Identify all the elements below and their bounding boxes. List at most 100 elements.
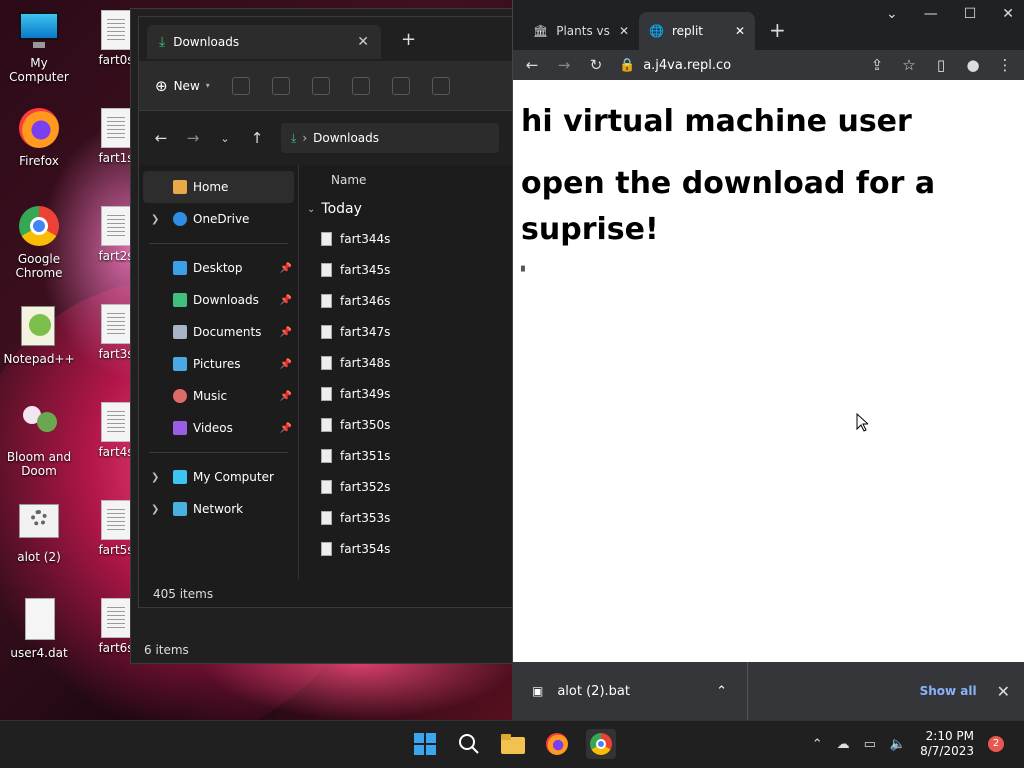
document-icon <box>173 325 187 339</box>
chevron-right-icon[interactable]: ❯ <box>151 504 159 515</box>
desktop-icon-label: Google Chrome <box>15 252 63 280</box>
back-arrow-icon[interactable]: ← <box>153 129 169 147</box>
file-row[interactable]: fart350s <box>307 409 513 440</box>
chevron-right-icon[interactable]: ❯ <box>151 214 159 225</box>
pin-icon[interactable]: 📌 <box>280 391 292 402</box>
delete-icon[interactable] <box>431 76 450 95</box>
taskbar-chrome[interactable] <box>586 729 616 759</box>
minimize-icon[interactable]: — <box>924 6 938 22</box>
new-tab-button[interactable]: + <box>401 29 416 50</box>
copy-icon[interactable] <box>271 76 290 95</box>
kebab-menu-icon[interactable]: ⋮ <box>996 56 1014 74</box>
show-all-button[interactable]: Show all <box>920 684 977 698</box>
desktop-icon-bloom-and-doom[interactable]: Bloom and Doom <box>0 402 78 478</box>
browser-tab-plants[interactable]: 🏛 Plants vs. ✕ <box>523 12 639 50</box>
clock-date: 8/7/2023 <box>920 744 974 758</box>
file-row[interactable]: fart348s <box>307 347 513 378</box>
sidebar-item-documents[interactable]: Documents 📌 <box>139 316 298 348</box>
address-bar[interactable]: 🔒 a.j4va.repl.co <box>619 50 854 80</box>
chevron-down-icon[interactable]: ⌄ <box>217 132 233 145</box>
browser-tabstrip: 🏛 Plants vs. ✕ 🌐 replit ✕ + ⌄ — ☐ ✕ <box>513 0 1024 50</box>
sidebar-item-network[interactable]: ❯ Network <box>139 493 298 525</box>
close-window-icon[interactable]: ✕ <box>1002 6 1014 22</box>
chevron-up-icon[interactable]: ⌃ <box>812 737 823 752</box>
share-icon[interactable] <box>391 76 410 95</box>
sidebar-item-desktop[interactable]: Desktop 📌 <box>139 252 298 284</box>
forward-arrow-icon[interactable]: → <box>555 56 573 74</box>
desktop-icon-notepadpp[interactable]: Notepad++ <box>0 304 78 366</box>
close-tab-icon[interactable]: ✕ <box>619 24 629 38</box>
file-row[interactable]: fart354s <box>307 533 513 564</box>
search-button[interactable] <box>454 729 484 759</box>
star-icon[interactable]: ☆ <box>900 56 918 74</box>
file-row[interactable]: fart347s <box>307 316 513 347</box>
close-tab-icon[interactable]: ✕ <box>357 34 369 50</box>
network-icon[interactable]: ▭ <box>864 737 876 752</box>
up-arrow-icon[interactable]: ↑ <box>249 129 265 147</box>
file-row[interactable]: fart344s <box>307 223 513 254</box>
desktop-icon-label: Firefox <box>19 154 59 168</box>
sidebar-item-my-computer[interactable]: ❯ My Computer <box>139 461 298 493</box>
chrome-window[interactable]: 🏛 Plants vs. ✕ 🌐 replit ✕ + ⌄ — ☐ ✕ ← → … <box>512 0 1024 720</box>
pin-icon[interactable]: 📌 <box>280 359 292 370</box>
folder-icon <box>501 734 525 754</box>
chevron-right-icon[interactable]: ❯ <box>151 472 159 483</box>
cut-icon[interactable] <box>231 76 250 95</box>
desktop-icon-label: Notepad++ <box>3 352 75 366</box>
file-explorer-window[interactable]: ⤓ Downloads ✕ + ⊕ New ▾ ← → ⌄ ↑ ⤓ › Down… <box>138 16 514 608</box>
pin-icon[interactable]: 📌 <box>280 327 292 338</box>
pin-icon[interactable]: 📌 <box>280 263 292 274</box>
chevron-up-icon[interactable]: ⌃ <box>716 684 727 699</box>
close-shelf-icon[interactable]: ✕ <box>997 682 1010 701</box>
start-button[interactable] <box>410 729 440 759</box>
file-row[interactable]: fart345s <box>307 254 513 285</box>
new-tab-button[interactable]: + <box>755 18 800 50</box>
desktop-icon <box>173 261 187 275</box>
pin-icon[interactable]: 📌 <box>280 423 292 434</box>
reload-icon[interactable]: ↻ <box>587 56 605 74</box>
file-row[interactable]: fart353s <box>307 502 513 533</box>
desktop-icon-user4-dat[interactable]: user4.dat <box>0 598 78 660</box>
sidebar-item-onedrive[interactable]: ❯ OneDrive <box>139 203 298 235</box>
desktop-icon-firefox[interactable]: Firefox <box>0 106 78 168</box>
paste-icon[interactable] <box>311 76 330 95</box>
desktop-icon-chrome[interactable]: Google Chrome <box>0 204 78 280</box>
clock[interactable]: 2:10 PM 8/7/2023 <box>920 729 974 759</box>
desktop-icon-alot-bat[interactable]: alot (2) <box>0 502 78 564</box>
group-header-today[interactable]: ⌄ Today <box>307 195 513 223</box>
browser-tab-replit[interactable]: 🌐 replit ✕ <box>639 12 755 50</box>
tab-search-chevron-icon[interactable]: ⌄ <box>886 6 898 22</box>
file-row[interactable]: fart346s <box>307 285 513 316</box>
volume-icon[interactable]: 🔈 <box>890 737 906 752</box>
taskbar-file-explorer[interactable] <box>498 729 528 759</box>
file-row[interactable]: fart352s <box>307 471 513 502</box>
desktop-icon-my-computer[interactable]: My Computer <box>0 8 78 84</box>
share-icon[interactable]: ⇪ <box>868 56 886 74</box>
page-subheading: open the download for a suprise! <box>521 166 936 247</box>
sidebar-item-pictures[interactable]: Pictures 📌 <box>139 348 298 380</box>
back-arrow-icon[interactable]: ← <box>523 56 541 74</box>
close-tab-icon[interactable]: ✕ <box>735 24 745 38</box>
notification-badge[interactable]: 2 <box>988 736 1004 752</box>
rename-icon[interactable] <box>351 76 370 95</box>
profile-icon[interactable]: ● <box>964 56 982 74</box>
pin-icon[interactable]: 📌 <box>280 295 292 306</box>
file-row[interactable]: fart351s <box>307 440 513 471</box>
sidebar-item-videos[interactable]: Videos 📌 <box>139 412 298 444</box>
sidebar-item-downloads[interactable]: Downloads 📌 <box>139 284 298 316</box>
sidebar-item-home[interactable]: Home <box>143 171 294 203</box>
forward-arrow-icon[interactable]: → <box>185 129 201 147</box>
sidebar-item-music[interactable]: Music 📌 <box>139 380 298 412</box>
side-panel-icon[interactable]: ▯ <box>932 56 950 74</box>
address-bar[interactable]: ⤓ › Downloads <box>281 123 499 153</box>
explorer-tab-downloads[interactable]: ⤓ Downloads ✕ <box>147 25 381 59</box>
column-header-name[interactable]: Name <box>307 165 513 195</box>
file-row[interactable]: fart349s <box>307 378 513 409</box>
new-button[interactable]: ⊕ New ▾ <box>155 77 210 95</box>
download-item[interactable]: ▣ alot (2).bat ⌃ <box>512 662 748 720</box>
maximize-icon[interactable]: ☐ <box>964 6 977 22</box>
taskbar: ⌃ ☁ ▭ 🔈 2:10 PM 8/7/2023 2 <box>0 720 1024 768</box>
taskbar-firefox[interactable] <box>542 729 572 759</box>
onedrive-offline-icon[interactable]: ☁ <box>837 737 850 752</box>
taskbar-apps <box>410 729 616 759</box>
